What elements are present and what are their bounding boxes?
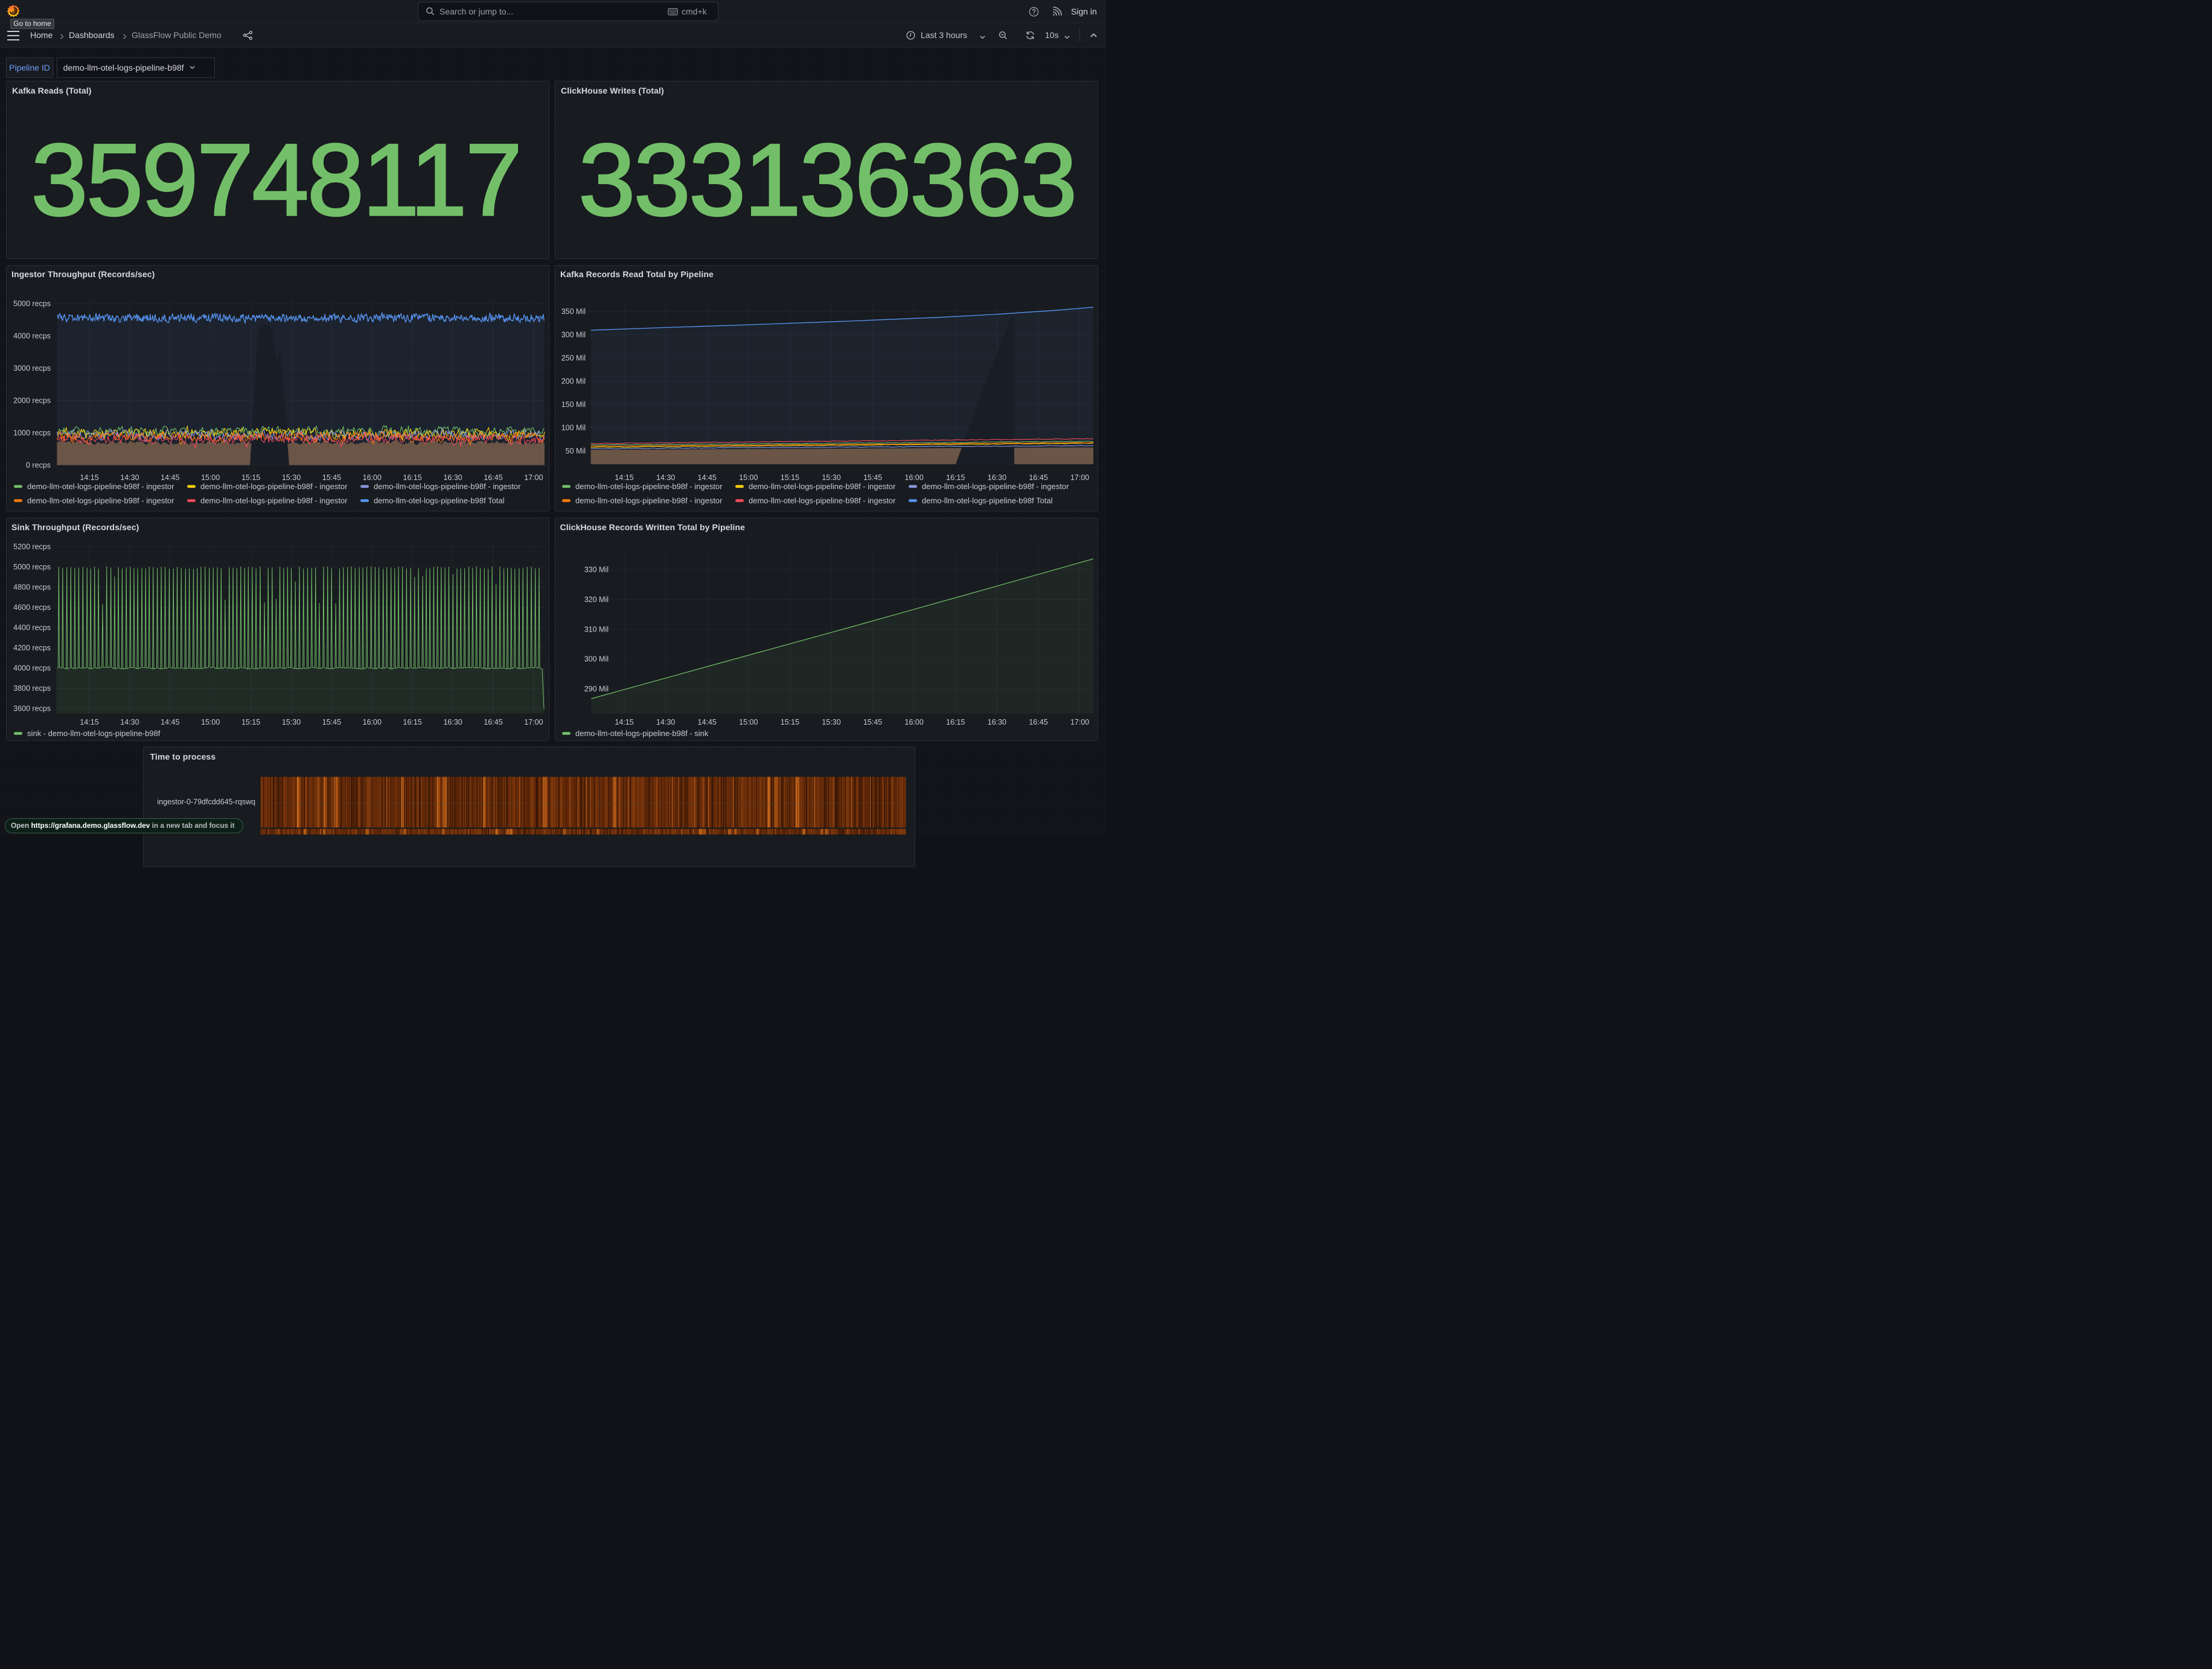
svg-text:demo-llm-otel-logs-pipeline-b9: demo-llm-otel-logs-pipeline-b98f - inges… [374, 482, 521, 491]
svg-text:demo-llm-otel-logs-pipeline-b9: demo-llm-otel-logs-pipeline-b98f - sink [575, 729, 709, 738]
svg-text:demo-llm-otel-logs-pipeline-b9: demo-llm-otel-logs-pipeline-b98f - inges… [27, 496, 174, 505]
svg-text:demo-llm-otel-logs-pipeline-b9: demo-llm-otel-logs-pipeline-b98f - inges… [575, 482, 723, 491]
svg-text:demo-llm-otel-logs-pipeline-b9: demo-llm-otel-logs-pipeline-b98f - inges… [922, 482, 1069, 491]
svg-text:sink - demo-llm-otel-logs-pipe: sink - demo-llm-otel-logs-pipeline-b98f [27, 729, 161, 738]
svg-text:demo-llm-otel-logs-pipeline-b9: demo-llm-otel-logs-pipeline-b98f - inges… [575, 496, 723, 505]
svg-text:demo-llm-otel-logs-pipeline-b9: demo-llm-otel-logs-pipeline-b98f - inges… [749, 496, 896, 505]
svg-text:demo-llm-otel-logs-pipeline-b9: demo-llm-otel-logs-pipeline-b98f - inges… [200, 496, 348, 505]
svg-text:demo-llm-otel-logs-pipeline-b9: demo-llm-otel-logs-pipeline-b98f - inges… [27, 482, 174, 491]
svg-text:demo-llm-otel-logs-pipeline-b9: demo-llm-otel-logs-pipeline-b98f Total [922, 496, 1053, 505]
svg-text:demo-llm-otel-logs-pipeline-b9: demo-llm-otel-logs-pipeline-b98f Total [374, 496, 505, 505]
svg-text:demo-llm-otel-logs-pipeline-b9: demo-llm-otel-logs-pipeline-b98f - inges… [749, 482, 896, 491]
svg-text:demo-llm-otel-logs-pipeline-b9: demo-llm-otel-logs-pipeline-b98f - inges… [200, 482, 348, 491]
